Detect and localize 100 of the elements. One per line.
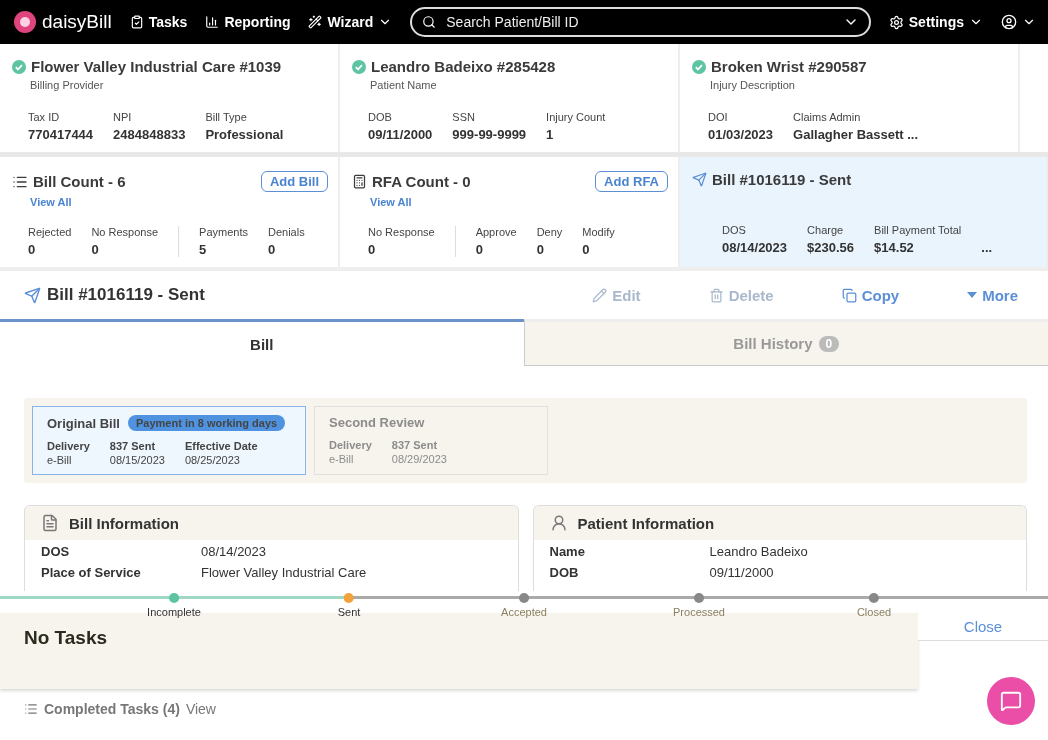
field-value: 999-99-9999 <box>452 127 527 142</box>
field-value: 2484848833 <box>113 127 186 142</box>
field-value: $230.56 <box>807 240 855 255</box>
document-icon <box>41 514 59 532</box>
row-label: Name <box>549 544 586 559</box>
settings-icon <box>888 14 904 30</box>
field-value: Professional <box>205 127 284 142</box>
trash-icon <box>708 287 724 303</box>
field-label: Modify <box>582 226 615 238</box>
paper-plane-icon <box>692 172 707 187</box>
panel-subtitle: Injury Description <box>710 79 796 91</box>
search-input[interactable]: Search Patient/Bill ID <box>444 13 835 31</box>
row-label: DOS <box>41 544 71 559</box>
user-icon <box>1001 14 1017 30</box>
field-value: 770417444 <box>28 127 94 142</box>
revision-card[interactable]: Original Bill Payment in 8 working days Delivery e-Bill 837 Sent 08/15/2023 Effective Date 08/25/2023 <box>32 406 306 475</box>
daisy-logo-icon <box>14 11 36 33</box>
search-field[interactable]: Search Patient/Bill ID <box>410 7 871 37</box>
panel-title: Flower Valley Industrial Care #1039 <box>31 58 282 75</box>
revision-card[interactable]: Second Review Delivery e-Bill 837 Sent 08/29/2023 <box>314 406 548 475</box>
card-title: Patient Information <box>577 514 715 532</box>
paper-plane-icon <box>24 286 41 304</box>
search-icon <box>422 15 437 29</box>
panel-subtitle: Patient Name <box>370 79 438 91</box>
field-value: 0 <box>91 242 100 257</box>
logo[interactable]: daisyBill <box>14 11 112 33</box>
action-button[interactable]: Copy <box>835 285 906 305</box>
field-label: Payments <box>199 226 248 238</box>
view-all-link[interactable]: View All <box>30 196 328 208</box>
field-label: Injury Count <box>546 111 606 123</box>
field-label: NPI <box>113 111 133 123</box>
person-icon <box>549 514 568 532</box>
action-button[interactable]: More <box>961 285 1024 305</box>
row-value: 08/14/2023 <box>201 544 267 559</box>
field-label: DOB <box>368 111 393 123</box>
more-text: ... <box>981 240 993 255</box>
field-value: 08/14/2023 <box>722 240 788 255</box>
row-value: Leandro Badeixo <box>709 544 808 559</box>
field-label: Effective Date <box>184 440 258 452</box>
no-tasks-text: No Tasks <box>24 627 109 649</box>
field-value: e-Bill <box>47 454 73 466</box>
field-label: Bill Type <box>205 111 248 123</box>
field-value: 5 <box>199 242 208 257</box>
clipboard-icon <box>129 15 144 29</box>
pencil-icon <box>592 287 608 303</box>
panel-title: Bill #1016119 - Sent <box>712 171 852 188</box>
field-label: SSN <box>452 111 476 123</box>
row-value: Flower Valley Industrial Care <box>201 565 367 580</box>
field-label: Rejected <box>28 226 72 238</box>
field-label: Claims Admin <box>793 111 862 123</box>
step-label: Sent <box>337 606 361 618</box>
account-menu[interactable] <box>1001 14 1036 30</box>
nav-link[interactable]: Tasks <box>129 14 188 30</box>
add-button[interactable]: Add Bill <box>260 171 328 192</box>
field-value: 09/11/2000 <box>368 127 433 142</box>
settings-menu[interactable]: Settings <box>888 14 983 30</box>
field-label: 837 Sent <box>391 439 439 451</box>
field-value: 1 <box>546 127 555 142</box>
chat-button[interactable] <box>987 677 1035 725</box>
field-label: Charge <box>807 224 845 236</box>
field-value: $14.52 <box>874 240 915 255</box>
nav-link[interactable]: Reporting <box>205 14 291 30</box>
panel-title: Broken Wrist #290587 <box>711 58 867 75</box>
field-value: 08/15/2023 <box>109 454 165 466</box>
tab[interactable]: Bill History 0 <box>523 319 1048 366</box>
field-value: 0 <box>536 242 545 257</box>
step-label: Closed <box>856 606 892 618</box>
completed-tasks-label: Completed Tasks (4) <box>44 701 180 717</box>
field-label: Bill Payment Total <box>874 224 962 236</box>
nav-link[interactable]: Wizard <box>308 14 393 30</box>
field-label: DOI <box>708 111 729 123</box>
field-value: 01/03/2023 <box>708 127 774 142</box>
count-badge: 0 <box>818 335 840 352</box>
step-label: Processed <box>673 606 725 618</box>
field-label: Denials <box>268 226 305 238</box>
field-label: No Response <box>368 226 435 238</box>
step-label: Accepted <box>501 606 547 618</box>
calculator-icon <box>352 174 367 189</box>
row-label: Place of Service <box>41 565 142 580</box>
bar-chart-icon <box>205 15 220 29</box>
field-value: 0 <box>475 242 484 257</box>
row-value: 09/11/2000 <box>709 565 774 580</box>
view-link[interactable]: View <box>185 701 216 717</box>
field-label: No Response <box>91 226 159 238</box>
view-all-link[interactable]: View All <box>370 196 668 208</box>
panel-subtitle: Billing Provider <box>30 79 105 91</box>
field-value: 0 <box>28 242 37 257</box>
panel-title: RFA Count - 0 <box>372 173 471 190</box>
field-label: 837 Sent <box>109 440 157 452</box>
field-label: DOS <box>722 224 747 236</box>
field-value: e-Bill <box>329 453 355 465</box>
current-bill-panel[interactable]: Bill #1016119 - Sent DOS 08/14/2023 Charge $230.56 Bill Payment Total $14.52 ... <box>680 157 1048 267</box>
revision-title: Original Bill <box>47 415 120 431</box>
row-label: DOB <box>549 565 580 580</box>
wand-icon <box>308 15 323 29</box>
add-button[interactable]: Add RFA <box>595 171 668 192</box>
panel-title: Leandro Badeixo #285428 <box>371 58 556 75</box>
field-value: 0 <box>268 242 277 257</box>
field-label: Approve <box>475 226 517 238</box>
caret-icon <box>967 292 978 298</box>
